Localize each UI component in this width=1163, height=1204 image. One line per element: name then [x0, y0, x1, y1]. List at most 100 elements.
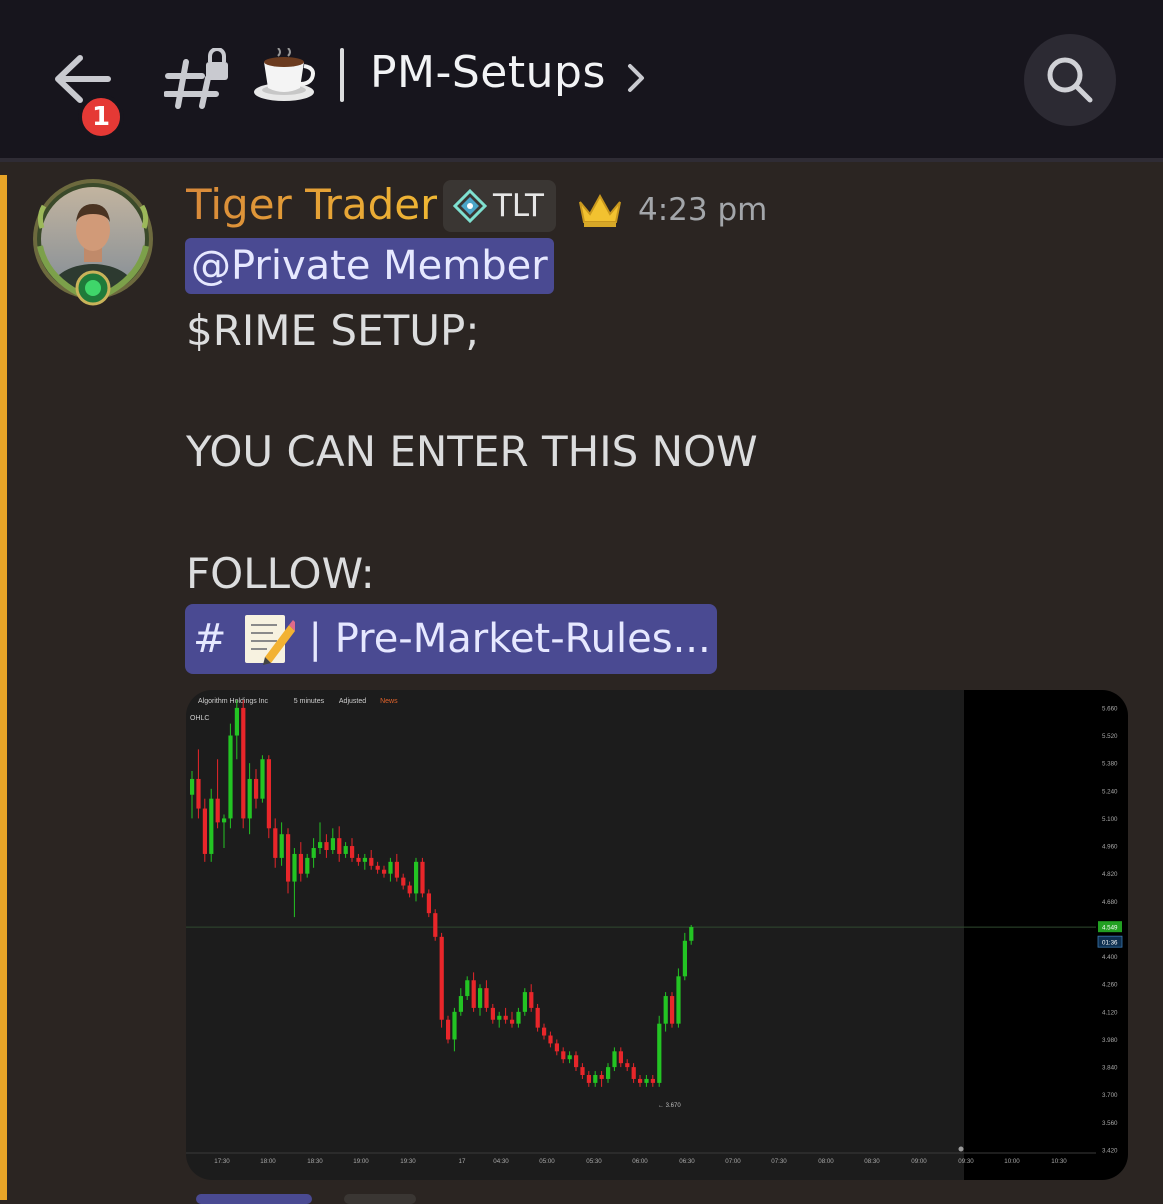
x-tick-label: 17:30 [214, 1158, 230, 1165]
candle-body [190, 778, 195, 795]
candle-body [254, 778, 259, 799]
candle-body [311, 848, 316, 858]
y-tick-label: 5.100 [1102, 816, 1118, 823]
author-name[interactable]: Tiger Trader [186, 180, 437, 229]
x-tick-label: 10:30 [1051, 1158, 1067, 1165]
candle-body [497, 1015, 502, 1020]
candle-body [535, 1007, 540, 1028]
y-tick-label: 5.520 [1102, 733, 1118, 740]
y-tick-label: 3.560 [1102, 1120, 1118, 1127]
channel-title[interactable]: PM-Setups [370, 47, 606, 98]
y-tick-label: 01:36 [1102, 940, 1118, 947]
candle-body [522, 992, 527, 1012]
candle-body [375, 865, 380, 870]
coffee-emoji-icon [252, 47, 318, 104]
candle-body [215, 798, 220, 823]
candle-body [292, 853, 297, 882]
y-tick-label: 5.240 [1102, 788, 1118, 795]
candle-body [554, 1043, 559, 1052]
candle-body [266, 759, 271, 829]
reaction-pill[interactable] [344, 1194, 416, 1204]
candle-body [209, 798, 214, 854]
private-channel-icon [163, 47, 232, 112]
candle-body [503, 1015, 508, 1020]
candle-body [401, 877, 406, 886]
x-tick-label: 19:00 [353, 1158, 369, 1165]
candle-body [580, 1067, 585, 1075]
x-tick-label: 05:00 [539, 1158, 555, 1165]
y-tick-label: 4.680 [1102, 899, 1118, 906]
candle-body [407, 885, 412, 894]
x-tick-label: 07:00 [725, 1158, 741, 1165]
candle-body [452, 1011, 457, 1040]
search-icon [1047, 57, 1093, 103]
candle-body [222, 818, 227, 823]
y-tick-label: 5.660 [1102, 705, 1118, 712]
candle-body [612, 1051, 617, 1068]
candle-body [414, 861, 419, 894]
y-tick-label: 4.120 [1102, 1009, 1118, 1016]
candle-body [606, 1067, 611, 1079]
diamond-icon [453, 189, 487, 223]
candle-body [202, 808, 207, 854]
candle-body [650, 1078, 655, 1083]
y-tick-label: 4.549 [1102, 925, 1118, 932]
candle-body [638, 1078, 643, 1083]
x-tick-label: 17 [459, 1158, 466, 1165]
candle-body [362, 857, 367, 862]
candle-body [458, 996, 463, 1012]
search-button[interactable] [1024, 34, 1116, 126]
x-tick-label: 07:30 [771, 1158, 787, 1165]
candle-body [286, 834, 291, 882]
hash-icon: # [193, 616, 227, 662]
reaction-pill[interactable] [196, 1194, 312, 1204]
x-tick-label: 18:00 [260, 1158, 276, 1165]
candle-body [247, 778, 252, 819]
candle-body [318, 842, 323, 849]
candle-body [350, 846, 355, 858]
candle-body [586, 1075, 591, 1083]
candle-body [273, 828, 278, 858]
channel-header: 1 PM-Setups [0, 0, 1163, 158]
x-tick-label: 10:00 [1004, 1158, 1020, 1165]
chart-header-label: Adjusted [339, 698, 366, 705]
candle-body [631, 1067, 636, 1079]
x-tick-label: 06:30 [679, 1158, 695, 1165]
candle-body [324, 842, 329, 850]
candle-body [670, 996, 675, 1024]
candle-body [625, 1063, 630, 1068]
candle-body [682, 940, 687, 977]
candle-body [490, 1007, 495, 1020]
candle-body [663, 996, 668, 1024]
user-mention[interactable]: @Private Member [185, 238, 554, 294]
y-tick-label: 4.260 [1102, 982, 1118, 989]
chart-header-label: 5 minutes [294, 698, 325, 705]
candle-body [234, 707, 239, 736]
chevron-right-icon[interactable] [624, 60, 648, 96]
candle-body [567, 1055, 572, 1060]
channel-link-label: | Pre-Market-Rules... [308, 616, 711, 662]
y-tick-label: 5.380 [1102, 761, 1118, 768]
candle-body [542, 1027, 547, 1036]
title-divider [340, 48, 344, 102]
y-tick-label: 4.960 [1102, 844, 1118, 851]
candle-body [196, 778, 201, 809]
message-line: FOLLOW: [186, 549, 375, 598]
crown-icon [576, 190, 624, 230]
channel-link[interactable]: # | Pre-Market-Rules... [185, 604, 717, 674]
avatar[interactable] [30, 176, 156, 310]
chart-image[interactable]: Algorithm Holdings Inc 5 minutes Adjusted N… [186, 690, 1128, 1180]
y-tick-label: 3.420 [1102, 1148, 1118, 1155]
candle-body [465, 980, 470, 997]
ohlc-label: OHLC [190, 715, 209, 722]
message-line: $RIME SETUP; [186, 306, 480, 355]
scroll-handle [958, 1146, 964, 1152]
guild-tag[interactable]: TLT [443, 180, 556, 232]
candle-body [330, 838, 335, 850]
y-tick-label: 4.400 [1102, 954, 1118, 961]
y-tick-label: 4.820 [1102, 871, 1118, 878]
chart-header-label: Algorithm Holdings Inc [198, 698, 269, 705]
x-tick-label: 19:30 [400, 1158, 416, 1165]
unread-badge: 1 [78, 94, 124, 140]
candle-body [574, 1055, 579, 1068]
